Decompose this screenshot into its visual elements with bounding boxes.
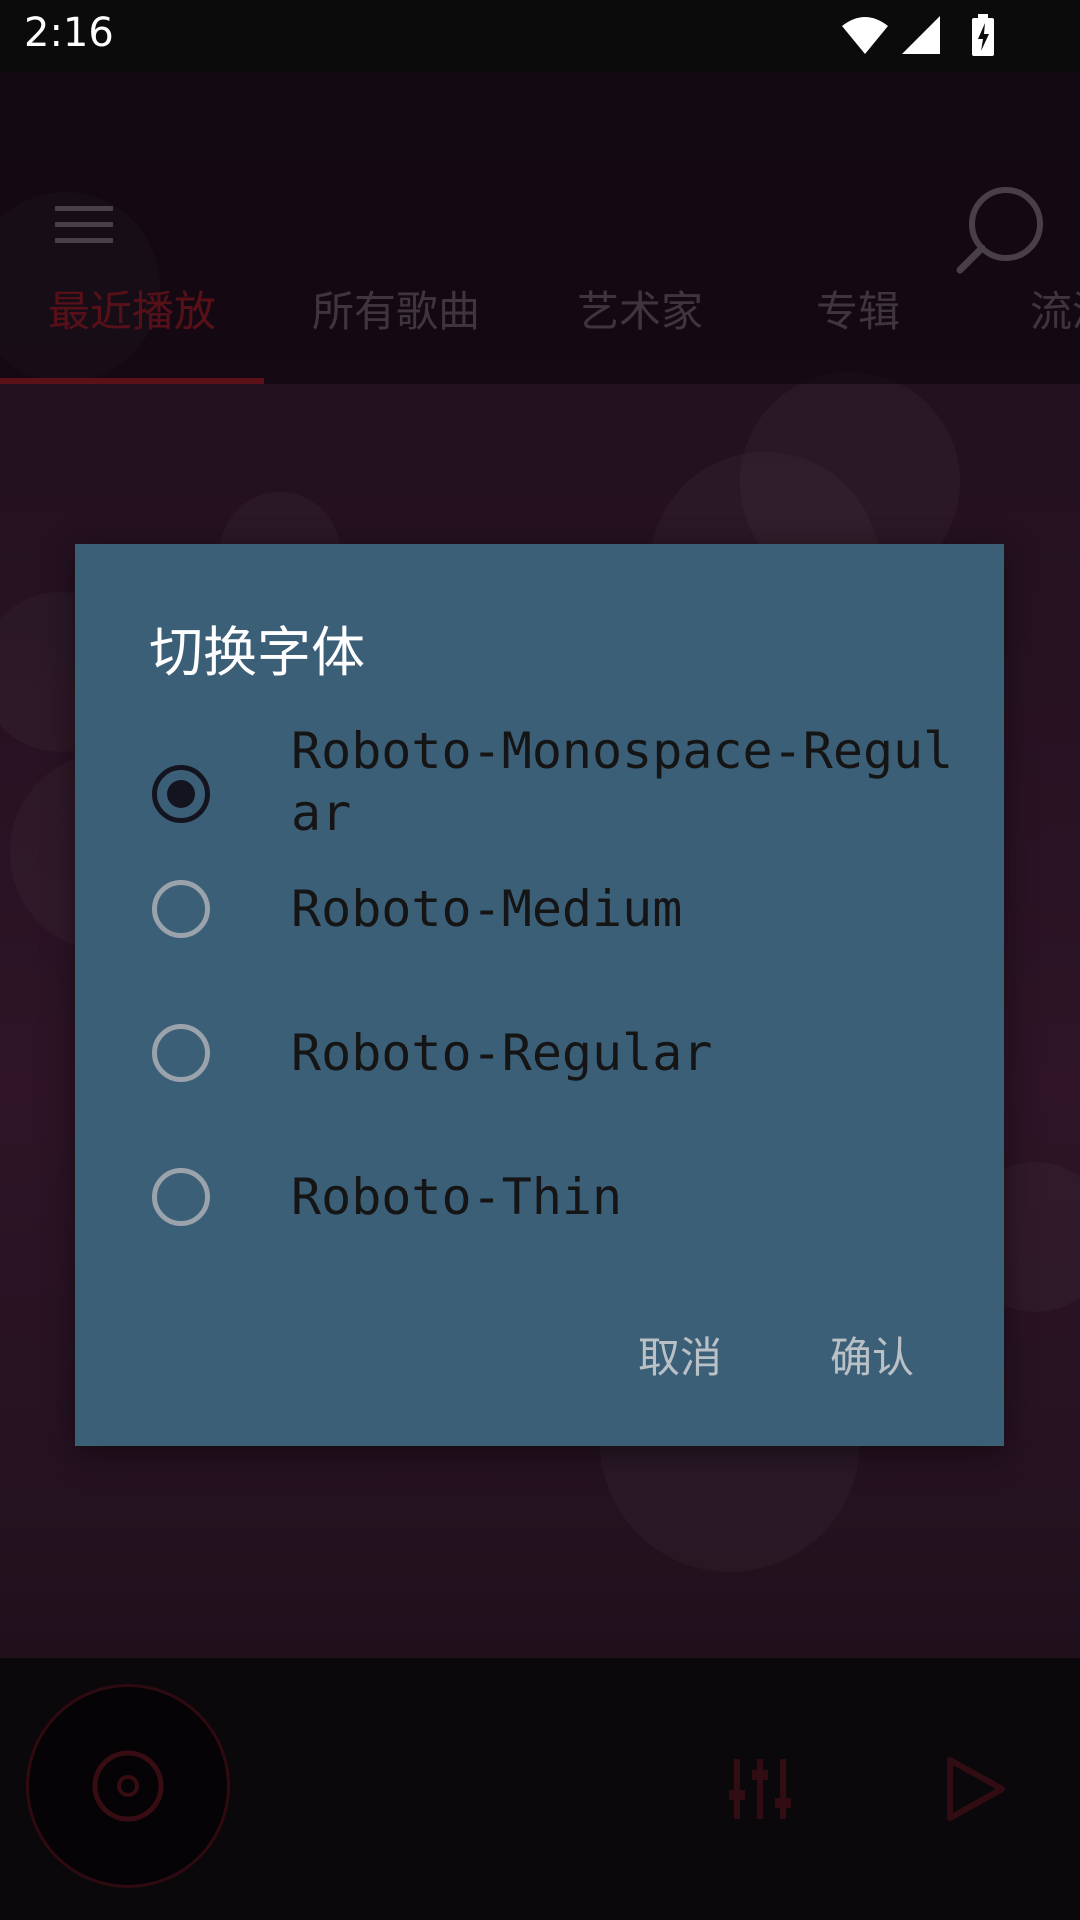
font-option-label: Roboto-Regular <box>291 1024 713 1082</box>
wifi-icon <box>842 17 888 54</box>
font-option-roboto-medium[interactable]: Roboto-Medium <box>75 880 1004 980</box>
dialog-title: 切换字体 <box>149 621 365 684</box>
radio-button[interactable] <box>152 880 210 938</box>
radio-button-checked[interactable] <box>152 765 210 823</box>
font-switch-dialog: 切换字体 Roboto-Monospace-Regular Roboto-Med… <box>75 544 1004 1446</box>
font-option-roboto-thin[interactable]: Roboto-Thin <box>75 1168 1004 1268</box>
status-time: 2:16 <box>24 10 114 56</box>
radio-button[interactable] <box>152 1024 210 1082</box>
signal-icon <box>902 16 940 54</box>
confirm-button[interactable]: 确认 <box>830 1324 914 1385</box>
screen: 最近播放 所有歌曲 艺术家 专辑 流派 <box>0 0 1080 1920</box>
font-option-label: Roboto-Thin <box>291 1168 623 1226</box>
font-option-label: Roboto-Monospace-Regular <box>291 722 954 842</box>
font-option-label: Roboto-Medium <box>291 880 683 938</box>
font-option-roboto-regular[interactable]: Roboto-Regular <box>75 1024 1004 1124</box>
font-option-roboto-monospace-regular[interactable]: Roboto-Monospace-Regular <box>75 720 1004 850</box>
status-bar: 2:16 <box>0 0 1080 72</box>
status-icons <box>840 14 1000 58</box>
radio-button[interactable] <box>152 1168 210 1226</box>
battery-charging-icon <box>972 14 994 56</box>
cancel-button[interactable]: 取消 <box>638 1324 722 1385</box>
